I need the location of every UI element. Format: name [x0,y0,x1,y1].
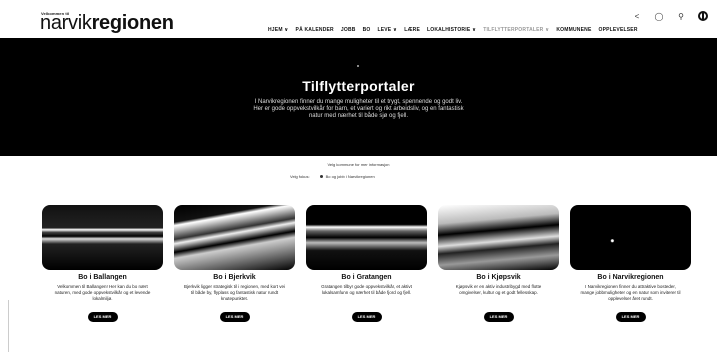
read-more-button[interactable]: LES MER [615,312,646,322]
filter-option-label: Bo og jobb i Narvikregionen [325,174,375,179]
card-description: Bjerkvik ligger strategisk til i regione… [183,284,286,301]
portal-card: Bo i Narvikregionen I Narvikregionen finn… [570,205,691,322]
portal-card: Bo i Bjerkvik Bjerkvik ligger strategisk … [174,205,295,322]
read-more-button[interactable]: LES MER [219,312,250,322]
card-image[interactable] [306,205,427,270]
nav-item[interactable]: Hjem ∨ [268,27,289,33]
nav-item[interactable]: Bo [363,27,371,33]
nav-item[interactable]: Jobb [341,27,356,33]
user-icon[interactable]: ◯ [653,11,665,23]
filter-prefix: Velg fokus: [290,174,310,179]
card-image[interactable] [174,205,295,270]
hero-decoration [357,65,359,67]
page-title: Tilflytterportaler [302,78,415,94]
search-icon[interactable]: ⚲ [675,11,687,23]
read-more-button[interactable]: LES MER [483,312,514,322]
divider [8,300,9,352]
card-title[interactable]: Bo i Gratangen [306,274,427,281]
portal-card: Bo i Gratangen Gratangen tilbyr gode oppv… [306,205,427,322]
card-description: I Narvikregionen finner du attraktive bo… [580,284,681,301]
utility-bar: < ◯ ⚲ [631,11,709,23]
portal-card: Bo i Ballangen Velkommen til Ballangen! H… [42,205,163,322]
site-logo[interactable]: narvikregionen [40,12,174,34]
hero-description: I Narvikregionen finner du mange mulighe… [253,99,464,119]
nav-item[interactable]: Tilflytterportaler ∨ [483,27,549,33]
portal-card: Bo i Kjøpsvik Kjøpsvik er en aktiv indust… [438,205,559,322]
card-image[interactable] [438,205,559,270]
globe-icon[interactable] [697,11,709,23]
read-more-button[interactable]: LES MER [351,312,382,322]
card-image[interactable] [42,205,163,270]
nav-item[interactable]: Opplevelser [598,27,637,33]
nav-item[interactable]: Lokalhistorie ∨ [427,27,476,33]
card-title[interactable]: Bo i Bjerkvik [174,274,295,281]
portal-cards: Bo i Ballangen Velkommen til Ballangen! H… [42,205,691,322]
card-description: Kjøpsvik er en aktiv industribygd med fl… [455,284,542,295]
hero-banner: Tilflytterportaler I Narvikregionen finn… [0,38,717,156]
share-icon[interactable]: < [631,11,643,23]
card-description: Gratangen tilbyr gode oppvekstvilkår, et… [321,284,412,295]
filter-option[interactable]: Bo og jobb i Narvikregionen [319,174,375,179]
radio-icon [319,175,323,178]
filter-label: Velg kommune for mer informasjon [327,162,390,167]
card-description: Velkommen til Ballangen! Her kan du bo n… [54,284,151,301]
site-header: Velkommen til narvikregionen < ◯ ⚲ Hjem … [0,0,717,38]
nav-item[interactable]: På kalender [296,27,334,33]
logo-bold-text: regionen [91,12,174,34]
nav-item[interactable]: Kommunene [556,27,591,33]
nav-item[interactable]: Lære [404,27,420,33]
read-more-button[interactable]: LES MER [87,312,118,322]
filter-area: Velg kommune for mer informasjon Velg fo… [0,162,717,188]
filter-row: Velg fokus: Bo og jobb i Narvikregionen [290,174,375,179]
card-title[interactable]: Bo i Narvikregionen [570,274,691,281]
logo-light-text: narvik [40,12,92,34]
nav-item[interactable]: Leve ∨ [377,27,397,33]
card-image[interactable] [570,205,691,270]
card-title[interactable]: Bo i Kjøpsvik [438,274,559,281]
card-title[interactable]: Bo i Ballangen [42,274,163,281]
main-nav: Hjem ∨ På kalender Jobb Bo Leve ∨ Lære Lokalhi… [268,27,638,33]
